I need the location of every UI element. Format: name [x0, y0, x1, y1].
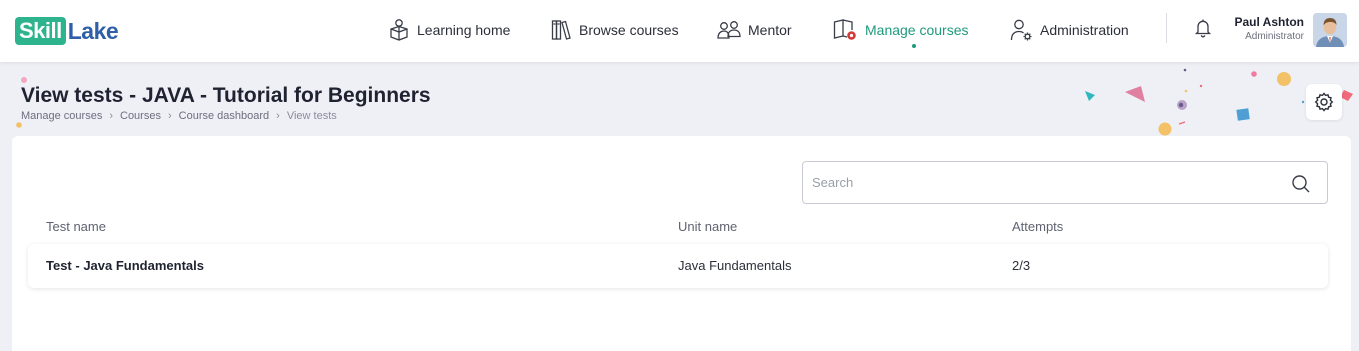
cell-unit-name: Java Fundamentals	[678, 258, 792, 273]
cell-attempts: 2/3	[1012, 258, 1031, 273]
breadcrumb-view-tests: View tests	[286, 110, 337, 122]
breadcrumb-separator-icon: ›	[109, 110, 113, 122]
admin-user-icon	[1010, 19, 1032, 41]
nav-item-mentor[interactable]: Mentor	[717, 15, 792, 45]
nav-label-mentor: Mentor	[748, 22, 792, 38]
learning-home-icon	[390, 19, 408, 41]
nav-item-browse-courses[interactable]: Browse courses	[551, 15, 679, 45]
breadcrumb-manage-courses[interactable]: Manage courses	[21, 110, 102, 122]
top-navigation-bar: Skill Lake Learning home Browse courses …	[0, 0, 1359, 62]
column-header-test-name[interactable]: Test name	[46, 219, 106, 234]
nav-divider	[1166, 13, 1167, 43]
tests-card: Test name Unit name Attempts Test - Java…	[12, 136, 1351, 351]
nav-item-manage-courses[interactable]: Manage courses	[833, 15, 969, 45]
user-role: Administrator	[1245, 31, 1304, 42]
search-box[interactable]	[802, 161, 1328, 204]
breadcrumb-separator-icon: ›	[167, 110, 172, 122]
nav-label-learning-home: Learning home	[417, 22, 511, 38]
user-name[interactable]: Paul Ashton	[1214, 15, 1304, 29]
nav-item-administration[interactable]: Administration	[1010, 15, 1129, 45]
breadcrumb-course-dashboard[interactable]: Course dashboard	[179, 110, 270, 122]
notification-bell-icon[interactable]	[1194, 18, 1212, 38]
column-header-attempts[interactable]: Attempts	[1012, 219, 1063, 234]
nav-label-browse-courses: Browse courses	[579, 22, 679, 38]
cell-test-name[interactable]: Test - Java Fundamentals	[46, 258, 204, 273]
user-avatar[interactable]	[1313, 13, 1347, 47]
page-title: View tests - JAVA - Tutorial for Beginne…	[21, 84, 431, 107]
logo-lake-text: Lake	[67, 17, 119, 44]
breadcrumb-courses[interactable]: Courses	[120, 110, 161, 122]
nav-label-manage-courses: Manage courses	[865, 22, 969, 38]
manage-courses-icon	[833, 19, 856, 40]
nav-item-learning-home[interactable]: Learning home	[388, 15, 510, 45]
logo-skill-text: Skill	[15, 17, 66, 45]
user-avatar-image	[1313, 13, 1347, 47]
skilllake-logo[interactable]: Skill Lake	[15, 17, 119, 45]
mentor-icon	[717, 21, 741, 39]
column-header-unit-name[interactable]: Unit name	[678, 219, 737, 234]
active-nav-indicator	[912, 44, 916, 48]
books-icon	[551, 20, 571, 40]
search-input[interactable]	[812, 162, 1282, 203]
table-row[interactable]: Test - Java Fundamentals Java Fundamenta…	[28, 244, 1328, 288]
breadcrumb: Manage courses › Courses › Course dashbo…	[21, 110, 337, 122]
settings-button[interactable]	[1306, 84, 1342, 120]
breadcrumb-separator-icon: ›	[276, 110, 280, 122]
search-icon[interactable]	[1291, 174, 1311, 194]
nav-label-administration: Administration	[1040, 22, 1129, 38]
gear-icon	[1314, 92, 1334, 112]
